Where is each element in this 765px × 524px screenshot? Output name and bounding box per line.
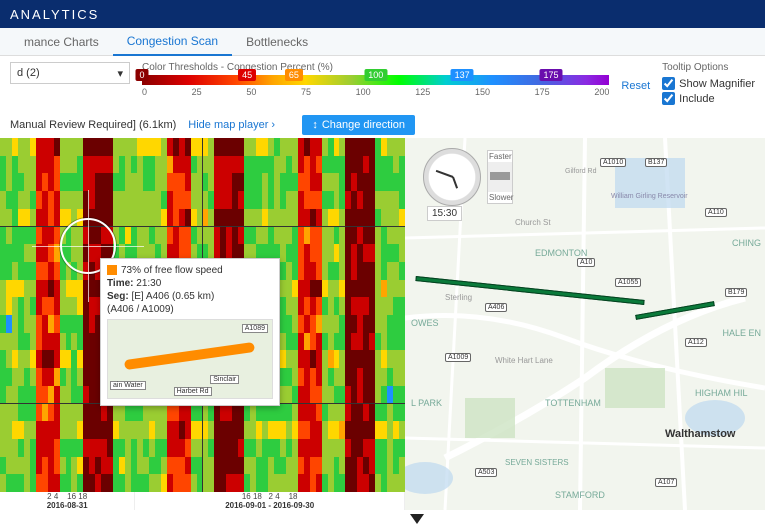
threshold-marker-45[interactable]: 45 bbox=[238, 69, 256, 81]
controls-bar: d (2) ▾ Color Thresholds - Congestion Pe… bbox=[0, 56, 765, 112]
dropdown-value: d (2) bbox=[17, 67, 40, 79]
road-badge: A107 bbox=[655, 478, 677, 487]
reset-link[interactable]: Reset bbox=[621, 80, 650, 92]
map-label-gilford: Gilford Rd bbox=[565, 168, 597, 175]
map-label-lpark: L PARK bbox=[411, 398, 442, 408]
route-dropdown[interactable]: d (2) ▾ bbox=[10, 62, 130, 84]
app-header: ANALYTICS bbox=[0, 0, 765, 28]
tooltip-options: Tooltip Options Show Magnifier Include bbox=[662, 62, 755, 107]
tooltip-headline: 73% of free flow speed bbox=[107, 265, 273, 276]
road-badge: A1009 bbox=[445, 353, 471, 362]
chevron-down-icon: ▾ bbox=[117, 67, 123, 80]
segment-info: Manual Review Required] (6.1km) bbox=[10, 119, 176, 131]
tooltip-options-title: Tooltip Options bbox=[662, 62, 755, 73]
xaxis-day: 2 4 16 18 2016-08-31 bbox=[0, 492, 135, 510]
map-label-sterling: Sterling bbox=[445, 293, 472, 302]
show-magnifier-input[interactable] bbox=[662, 77, 675, 90]
road-badge: A1055 bbox=[615, 278, 641, 287]
color-swatch-icon bbox=[107, 265, 117, 275]
mini-map-route bbox=[124, 342, 255, 370]
heatmap-panel[interactable]: 73% of free flow speed Time: 21:30 Seg: … bbox=[0, 138, 405, 510]
map-clock[interactable] bbox=[423, 148, 481, 206]
heatmap-x-axis: 2 4 16 18 2016-08-31 16 18 2 4 18 2016-0… bbox=[0, 492, 405, 510]
heatmap-tooltip: 73% of free flow speed Time: 21:30 Seg: … bbox=[100, 258, 280, 406]
map-clock-time: 15:30 bbox=[427, 206, 462, 221]
road-badge: A112 bbox=[685, 338, 707, 347]
tab-performance-charts[interactable]: mance Charts bbox=[10, 29, 113, 55]
mini-map-badge: A1089 bbox=[242, 324, 268, 333]
map-label-owes: OWES bbox=[411, 318, 439, 328]
sub-bar: Manual Review Required] (6.1km) Hide map… bbox=[0, 112, 765, 138]
swap-icon: ↕ bbox=[312, 119, 318, 131]
tooltip-seg-detail: (A406 / A1009) bbox=[107, 304, 273, 315]
include-checkbox[interactable]: Include bbox=[662, 92, 755, 105]
threshold-marker-137[interactable]: 137 bbox=[451, 69, 474, 81]
mini-map-badge: ain Water bbox=[110, 381, 146, 390]
direction-arrow-icon bbox=[410, 514, 424, 524]
hide-map-player-link[interactable]: Hide map player› bbox=[188, 119, 275, 131]
include-input[interactable] bbox=[662, 92, 675, 105]
road-badge: A110 bbox=[705, 208, 727, 217]
change-direction-button[interactable]: ↕ Change direction bbox=[302, 115, 415, 135]
tooltip-mini-map: A1089 Harbet Rd Sinclair ain Water bbox=[107, 319, 273, 399]
xaxis-day: 16 18 2 4 18 2016-09-01 - 2016-09-30 bbox=[135, 492, 405, 510]
map-panel[interactable]: 15:30 Faster Slower EDMONTON TOTTENHAM W… bbox=[405, 138, 765, 510]
main-content: 73% of free flow speed Time: 21:30 Seg: … bbox=[0, 138, 765, 510]
tab-bar: mance Charts Congestion Scan Bottlenecks bbox=[0, 28, 765, 56]
map-label-ching: CHING bbox=[732, 238, 761, 248]
map-label-higham: HIGHAM HIL bbox=[695, 388, 748, 398]
mini-map-badge: Sinclair bbox=[210, 375, 239, 384]
tooltip-seg: Seg: [E] A406 (0.65 km) bbox=[107, 291, 273, 302]
threshold-marker-65[interactable]: 65 bbox=[285, 69, 303, 81]
road-badge: A10 bbox=[577, 258, 595, 267]
road-badge: B179 bbox=[725, 288, 747, 297]
road-badge: B137 bbox=[645, 158, 667, 167]
map-label-stamford: STAMFORD bbox=[555, 490, 605, 500]
threshold-marker-0[interactable]: 0 bbox=[135, 69, 148, 81]
map-label-sevensisters: SEVEN SISTERS bbox=[505, 458, 569, 467]
slider-handle[interactable] bbox=[490, 172, 510, 180]
faster-label: Faster bbox=[488, 151, 512, 162]
map-label-haleen: HALE EN bbox=[722, 328, 761, 338]
map-label-walthamstow: Walthamstow bbox=[665, 428, 736, 440]
tooltip-time: Time: 21:30 bbox=[107, 278, 273, 289]
tab-congestion-scan[interactable]: Congestion Scan bbox=[113, 28, 232, 56]
map-label-edmonton: EDMONTON bbox=[535, 248, 587, 258]
road-badge: A503 bbox=[475, 468, 497, 477]
tab-bottlenecks[interactable]: Bottlenecks bbox=[232, 29, 322, 55]
playback-speed-control[interactable]: Faster Slower bbox=[487, 150, 513, 204]
show-magnifier-checkbox[interactable]: Show Magnifier bbox=[662, 77, 755, 90]
map-label-whitehart: White Hart Lane bbox=[495, 356, 553, 365]
road-badge: A406 bbox=[485, 303, 507, 312]
app-title: ANALYTICS bbox=[10, 7, 99, 22]
threshold-marker-175[interactable]: 175 bbox=[539, 69, 562, 81]
threshold-section: Color Thresholds - Congestion Percent (%… bbox=[142, 62, 609, 107]
threshold-marker-100[interactable]: 100 bbox=[364, 69, 387, 81]
map-label-reservoir: William Girling Reservoir bbox=[611, 193, 688, 200]
tick-labels: 0 25 50 75 100 125 150 175 200 bbox=[142, 87, 609, 97]
threshold-bar[interactable]: 0 45 65 100 137 175 0 25 50 75 100 125 1… bbox=[142, 75, 609, 107]
map-label-tottenham: TOTTENHAM bbox=[545, 398, 601, 408]
road-badge: A1010 bbox=[600, 158, 626, 167]
slower-label: Slower bbox=[488, 192, 512, 203]
chevron-right-icon: › bbox=[271, 119, 275, 131]
map-label-church: Church St bbox=[515, 218, 551, 227]
mini-map-badge: Harbet Rd bbox=[174, 387, 212, 396]
speed-slider[interactable] bbox=[488, 162, 512, 192]
